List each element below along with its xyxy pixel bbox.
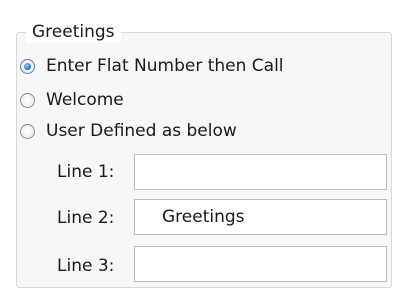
line-3-label: Line 3: bbox=[57, 256, 115, 276]
option-label: Enter Flat Number then Call bbox=[46, 56, 284, 76]
radio-unselected-icon[interactable] bbox=[20, 123, 35, 139]
radio-unselected-icon[interactable] bbox=[20, 92, 35, 108]
line-1-label: Line 1: bbox=[57, 162, 115, 182]
option-user-defined[interactable]: User Defined as below bbox=[20, 119, 237, 143]
line-1-input[interactable] bbox=[134, 154, 387, 190]
line-3-input[interactable] bbox=[134, 246, 387, 282]
line-2-label: Line 2: bbox=[57, 208, 115, 228]
greetings-group-title: Greetings bbox=[26, 21, 121, 43]
option-label: User Defined as below bbox=[46, 121, 237, 141]
option-enter-flat-number[interactable]: Enter Flat Number then Call bbox=[20, 54, 284, 78]
radio-selected-icon[interactable] bbox=[20, 58, 35, 74]
option-welcome[interactable]: Welcome bbox=[20, 88, 124, 112]
option-label: Welcome bbox=[46, 90, 124, 110]
line-2-input[interactable] bbox=[134, 199, 387, 235]
